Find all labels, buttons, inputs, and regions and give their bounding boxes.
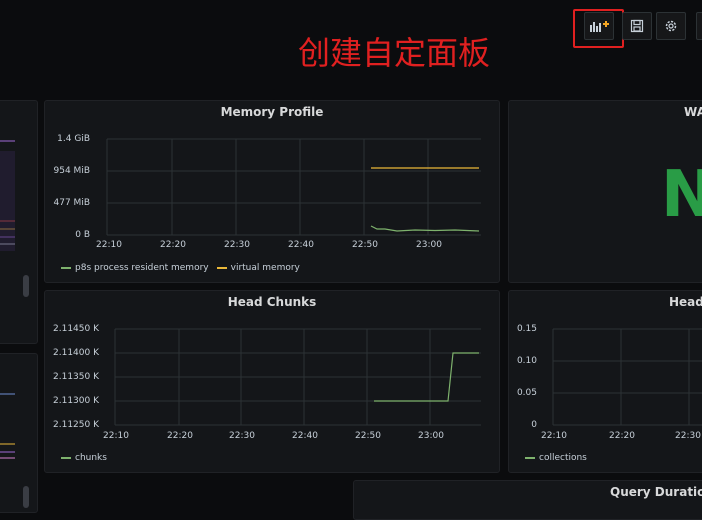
legend: chunks [57,453,107,463]
x-tick: 22:30 [224,240,250,250]
x-tick: 22:10 [541,431,567,441]
left-panel-bottom[interactable] [0,353,38,513]
head-b-graph [552,328,702,426]
legend-item[interactable]: virtual memory [231,263,300,273]
head-chunks-graph [114,328,481,426]
legend-swatch [216,267,227,269]
stat-value: N [661,163,702,227]
dashboard-settings-button[interactable] [656,12,686,40]
x-tick: 23:00 [418,431,444,441]
x-tick: 22:20 [609,431,635,441]
x-tick: 22:40 [288,240,314,250]
x-tick: 22:50 [355,431,381,441]
save-icon [630,19,644,33]
gear-icon [665,20,677,32]
query-durations-panel[interactable]: Query Durations [353,480,702,520]
left-panel-bottom-graph [0,393,15,459]
scrollbar[interactable] [23,486,29,508]
panel-title: WA [684,105,702,119]
legend-swatch [61,267,71,269]
x-tick: 22:10 [96,240,122,250]
left-panel-top[interactable] [0,100,38,344]
x-tick: 22:50 [352,240,378,250]
legend-swatch [61,457,71,459]
resident-memory-line [370,225,480,232]
wal-panel[interactable]: WA N [508,100,702,283]
x-tick: 22:20 [160,240,186,250]
x-tick: 22:30 [675,431,701,441]
memory-graph [106,138,481,236]
save-dashboard-button[interactable] [622,12,652,40]
left-panel-top-graph [0,140,15,251]
x-tick: 22:20 [167,431,193,441]
head-chunks-panel[interactable]: Head Chunks 2.11450 K 2.11400 K 2.11350 … [44,290,500,473]
legend-item[interactable]: p8s process resident memory [75,263,209,273]
memory-profile-panel[interactable]: Memory Profile 1.4 GiB 954 MiB 477 MiB 0… [44,100,500,283]
highlight-box [573,9,624,48]
legend-swatch [525,457,535,459]
more-button[interactable] [696,12,702,40]
scrollbar[interactable] [23,275,29,297]
head-b-panel[interactable]: Head B 0.15 0.10 0.05 0 22:10 22:20 22:3… [508,290,702,473]
x-tick: 22:10 [103,431,129,441]
legend-item[interactable]: chunks [75,453,107,463]
legend: p8s process resident memory virtual memo… [57,263,300,273]
x-tick: 22:30 [229,431,255,441]
annotation-text: 创建自定面板 [298,34,491,72]
panel-title: Query Durations [610,485,702,499]
dashboard-topbar: 创建自定面板 [0,0,702,98]
x-tick: 22:40 [292,431,318,441]
legend: collections [521,453,587,463]
legend-item[interactable]: collections [539,453,587,463]
x-tick: 23:00 [416,240,442,250]
